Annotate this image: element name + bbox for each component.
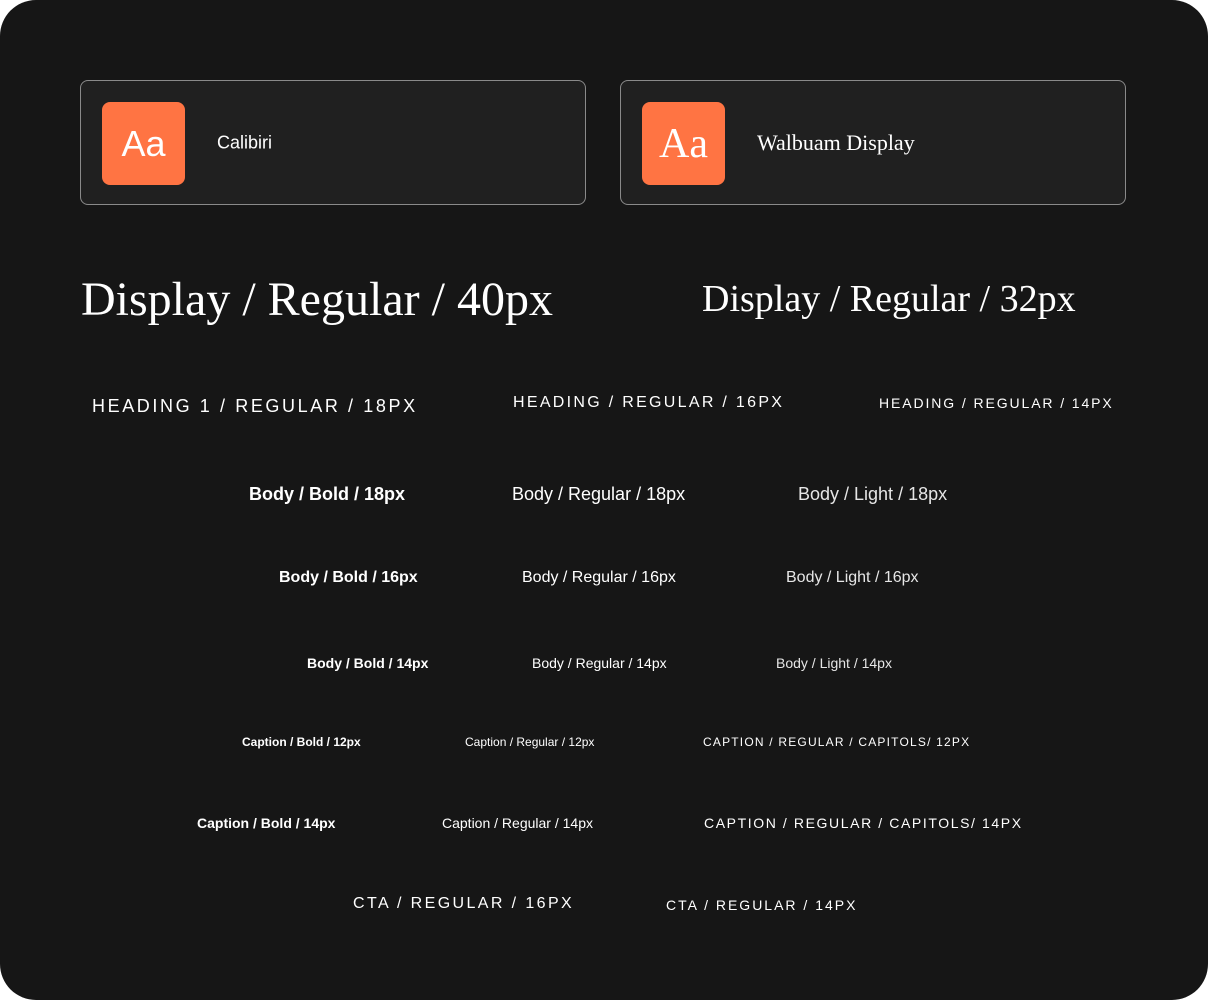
font-name: Calibiri xyxy=(217,132,273,152)
body-regular-16-sample: Body / Regular / 16px xyxy=(522,569,676,586)
body-light-16-sample: Body / Light / 16px xyxy=(786,569,919,586)
typography-panel: Aa Calibiri Aa Walbuam Display Display /… xyxy=(0,0,1208,1000)
cta-16-sample: CTA / REGULAR / 16PX xyxy=(353,895,575,912)
body-regular-18-sample: Body / Regular / 18px xyxy=(512,484,686,504)
caption-caps-12-sample: CAPTION / REGULAR / CAPITOLS/ 12PX xyxy=(703,735,971,749)
font-card-calibiri[interactable]: Aa Calibiri xyxy=(80,80,586,205)
caption-bold-14-sample: Caption / Bold / 14px xyxy=(197,815,336,831)
cta-14-sample: CTA / REGULAR / 14PX xyxy=(666,897,858,913)
body-light-14-sample: Body / Light / 14px xyxy=(776,655,892,671)
font-name: Walbuam Display xyxy=(757,129,915,155)
font-card-walbuam-display[interactable]: Aa Walbuam Display xyxy=(620,80,1126,205)
font-sample-swatch: Aa xyxy=(642,102,725,185)
display-32-sample: Display / Regular / 32px xyxy=(702,278,1076,320)
body-regular-14-sample: Body / Regular / 14px xyxy=(532,655,667,671)
body-bold-16-sample: Body / Bold / 16px xyxy=(279,569,418,586)
caption-regular-12-sample: Caption / Regular / 12px xyxy=(465,735,595,749)
font-sample-swatch: Aa xyxy=(102,102,185,185)
body-bold-14-sample: Body / Bold / 14px xyxy=(307,655,429,671)
caption-bold-12-sample: Caption / Bold / 12px xyxy=(242,735,361,749)
heading-18-sample: HEADING 1 / REGULAR / 18PX xyxy=(92,396,418,416)
body-light-18-sample: Body / Light / 18px xyxy=(798,484,948,504)
heading-16-sample: HEADING / REGULAR / 16PX xyxy=(513,394,785,411)
heading-14-sample: HEADING / REGULAR / 14PX xyxy=(879,395,1114,411)
display-40-sample: Display / Regular / 40px xyxy=(81,273,553,326)
body-bold-18-sample: Body / Bold / 18px xyxy=(249,484,406,504)
caption-caps-14-sample: CAPTION / REGULAR / CAPITOLS/ 14PX xyxy=(704,815,1023,831)
caption-regular-14-sample: Caption / Regular / 14px xyxy=(442,815,593,831)
